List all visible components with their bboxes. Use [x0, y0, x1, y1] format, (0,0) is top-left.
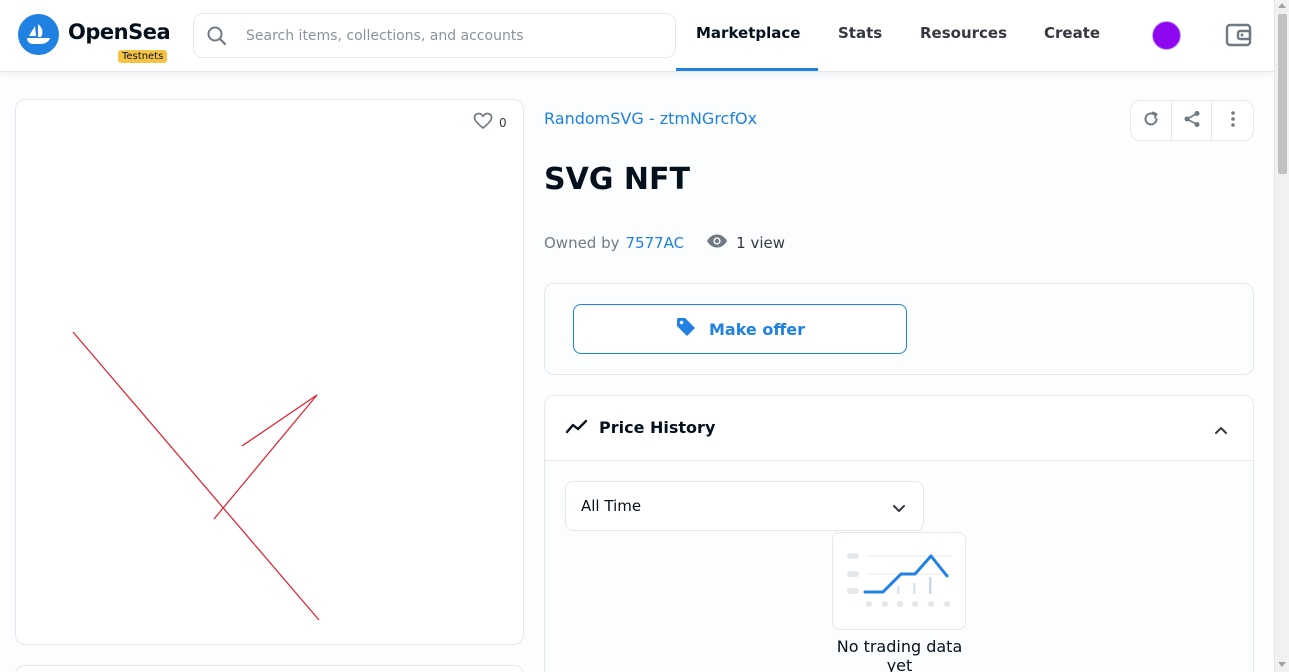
page-scrollbar[interactable]: [1274, 0, 1289, 672]
asset-image-card: [15, 99, 524, 645]
favorite-button[interactable]: 0: [473, 112, 507, 134]
refresh-button[interactable]: [1131, 101, 1172, 140]
opensea-logo[interactable]: OpenSea Testnets: [18, 14, 178, 64]
logo-text: OpenSea: [68, 20, 171, 44]
collection-link[interactable]: RandomSVG - ztmNGrcfOx: [544, 109, 757, 128]
heart-icon: [473, 112, 493, 134]
owned-by-label: Owned by: [544, 234, 620, 252]
share-icon: [1183, 110, 1201, 132]
make-offer-button[interactable]: Make offer: [573, 304, 907, 354]
opensea-logo-icon: [18, 14, 59, 55]
trending-line-icon: [565, 418, 589, 440]
scroll-up-arrow-icon[interactable]: [1278, 3, 1286, 8]
asset-title: SVG NFT: [544, 162, 690, 197]
nav-resources[interactable]: Resources: [920, 24, 1007, 42]
chevron-up-icon[interactable]: [1213, 421, 1229, 440]
price-history-title: Price History: [599, 418, 716, 437]
nav-active-indicator: [676, 68, 818, 71]
time-range-value: All Time: [581, 497, 642, 515]
nav-marketplace[interactable]: Marketplace: [696, 24, 800, 42]
price-history-panel: Price History All Time No trading data y…: [544, 395, 1254, 672]
view-count: 1 view: [706, 234, 785, 252]
search-box[interactable]: [193, 13, 676, 58]
favorite-count: 0: [499, 116, 507, 130]
make-offer-label: Make offer: [708, 319, 806, 339]
no-trading-data-text: No trading data yet: [836, 637, 963, 672]
search-input[interactable]: [246, 24, 656, 48]
profile-avatar[interactable]: [1152, 21, 1181, 50]
nav-stats[interactable]: Stats: [838, 24, 882, 42]
chevron-down-icon: [891, 500, 907, 519]
owner-link[interactable]: 7577AC: [626, 234, 685, 252]
nav-create[interactable]: Create: [1044, 24, 1100, 42]
views-text: 1 view: [736, 234, 786, 252]
search-icon: [206, 25, 228, 51]
tag-icon: [675, 316, 697, 342]
empty-chart-illustration-icon: [832, 532, 966, 630]
time-range-select[interactable]: All Time: [565, 481, 924, 531]
more-options-button[interactable]: [1212, 101, 1253, 140]
price-history-header[interactable]: Price History: [545, 396, 1253, 461]
asset-description-card: [15, 665, 524, 672]
top-navbar: OpenSea Testnets Marketplace Stats Resou…: [0, 0, 1274, 72]
asset-action-group: [1130, 100, 1254, 141]
more-vertical-icon: [1230, 110, 1236, 132]
testnets-badge: Testnets: [118, 50, 168, 63]
scroll-thumb[interactable]: [1278, 14, 1287, 174]
offer-panel: Make offer: [544, 283, 1254, 375]
eye-icon: [706, 234, 728, 252]
share-button[interactable]: [1172, 101, 1213, 140]
nft-artwork: [72, 331, 320, 621]
wallet-icon[interactable]: [1225, 22, 1253, 52]
refresh-icon: [1142, 110, 1160, 132]
scroll-down-arrow-icon[interactable]: [1278, 662, 1286, 667]
ownership-info: Owned by 7577AC 1 view: [544, 234, 785, 252]
